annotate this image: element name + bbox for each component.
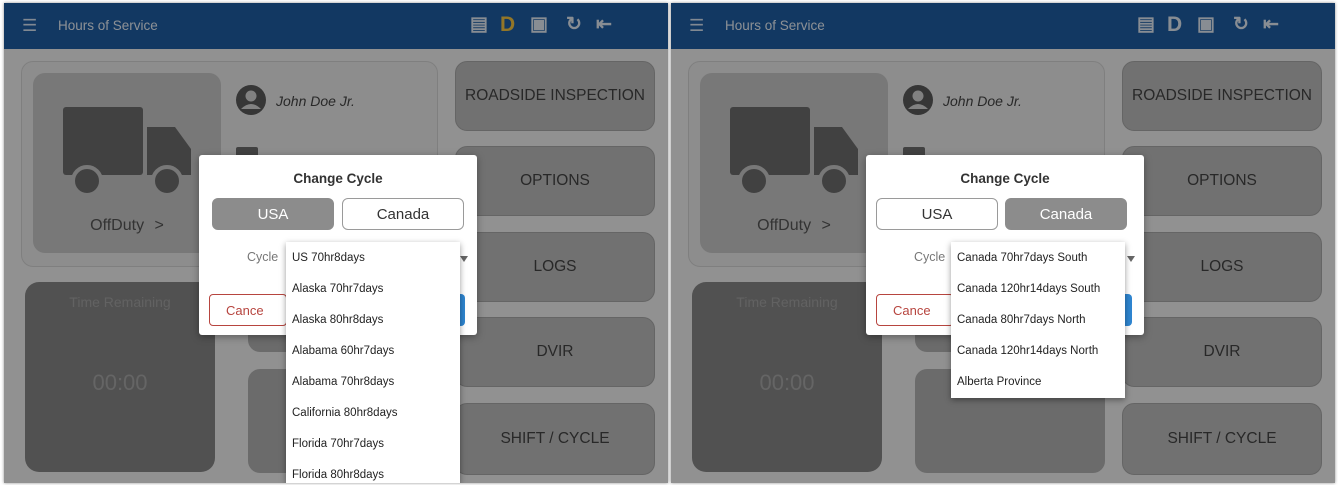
- dropdown-option[interactable]: Alabama 60hr7days: [286, 335, 460, 366]
- dropdown-option[interactable]: Alaska 80hr8days: [286, 304, 460, 335]
- dropdown-option[interactable]: Canada 120hr14days North: [951, 335, 1125, 366]
- dropdown-option[interactable]: Alberta Province: [951, 366, 1125, 397]
- dropdown-option[interactable]: Florida 70hr7days: [286, 428, 460, 459]
- usa-toggle-button[interactable]: USA: [212, 198, 334, 230]
- cycle-label: Cycle: [914, 250, 946, 264]
- cancel-button[interactable]: Cance: [209, 294, 287, 326]
- cancel-button[interactable]: Cance: [876, 294, 954, 326]
- cycle-label: Cycle: [247, 250, 279, 264]
- usa-toggle-button[interactable]: USA: [876, 198, 998, 230]
- ok-button[interactable]: [1124, 294, 1132, 326]
- screen-usa: ☰ Hours of Service ▤ D ▣ ↻ ⇤ OffDuty > J…: [4, 3, 668, 483]
- dropdown-option[interactable]: US 70hr8days: [286, 242, 460, 273]
- dialog-title: Change Cycle: [293, 171, 383, 186]
- cycle-dropdown-list[interactable]: US 70hr8days Alaska 70hr7days Alaska 80h…: [286, 242, 460, 483]
- dropdown-option[interactable]: Alabama 70hr8days: [286, 366, 460, 397]
- dropdown-option[interactable]: Canada 80hr7days North: [951, 304, 1125, 335]
- dropdown-arrow-icon[interactable]: [460, 256, 468, 262]
- dropdown-arrow-icon[interactable]: [1127, 256, 1135, 262]
- dropdown-option[interactable]: Alaska 70hr7days: [286, 273, 460, 304]
- dropdown-option[interactable]: California 80hr8days: [286, 397, 460, 428]
- dialog-title: Change Cycle: [960, 171, 1050, 186]
- canada-toggle-button[interactable]: Canada: [1005, 198, 1127, 230]
- screen-canada: ☰ Hours of Service ▤ D ▣ ↻ ⇤ OffDuty > J…: [671, 3, 1335, 483]
- dropdown-option[interactable]: Florida 80hr8days: [286, 459, 460, 483]
- canada-toggle-button[interactable]: Canada: [342, 198, 464, 230]
- dropdown-option[interactable]: Canada 120hr14days South: [951, 273, 1125, 304]
- dropdown-option[interactable]: Canada 70hr7days South: [951, 242, 1125, 273]
- cycle-dropdown-list[interactable]: Canada 70hr7days South Canada 120hr14day…: [951, 242, 1125, 398]
